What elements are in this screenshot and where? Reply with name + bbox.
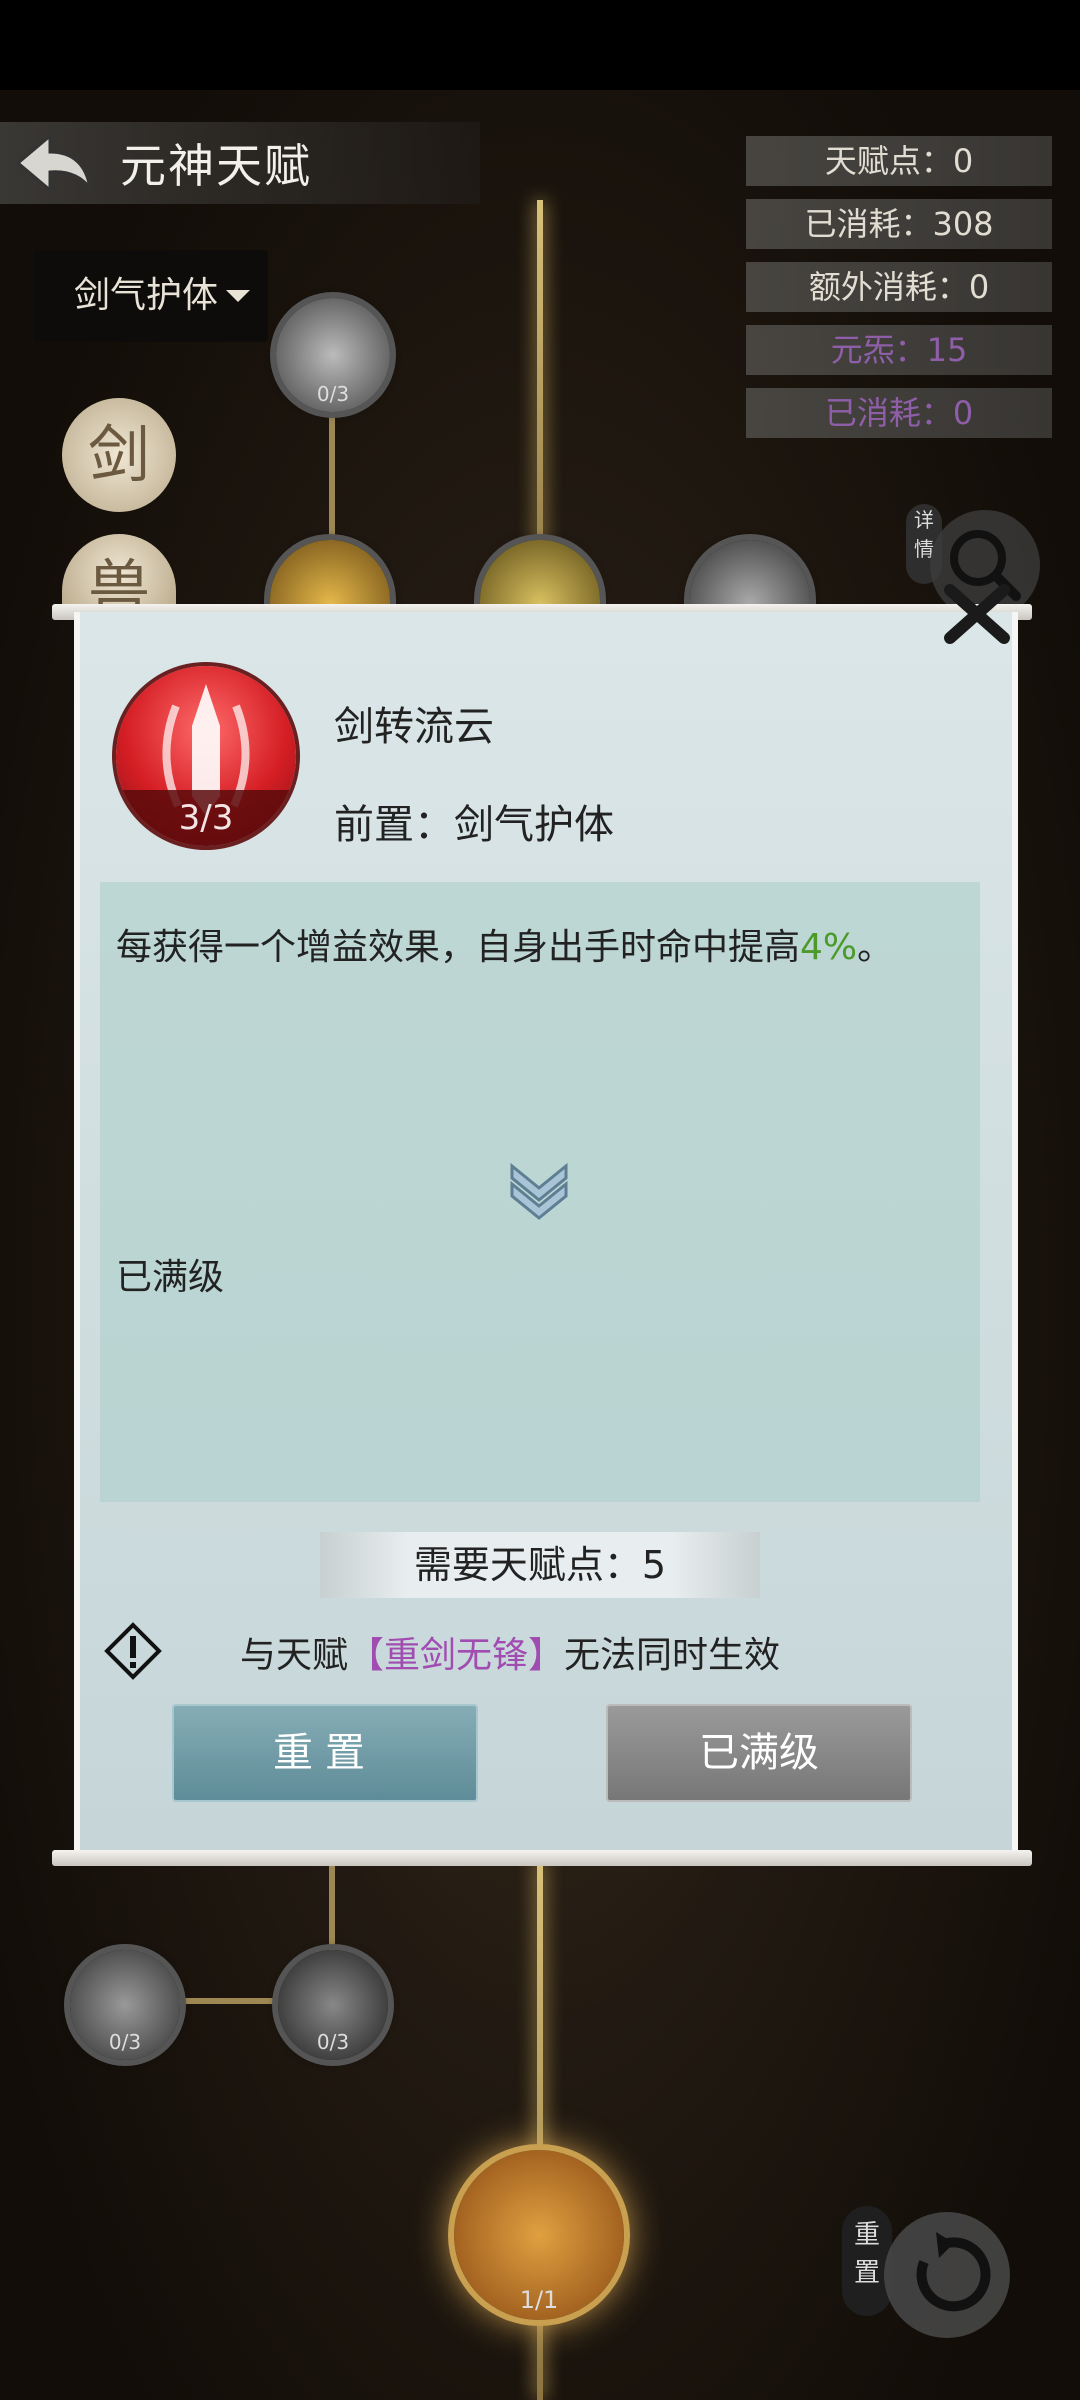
talent-node[interactable]: 0/3 [276,298,390,412]
conflict-skill-link[interactable]: 【重剑无锋】 [348,1635,564,1676]
max-level-button[interactable]: 已满级 [606,1704,912,1802]
max-level-note: 已满级 [116,1257,225,1298]
back-arrow-icon[interactable] [14,130,94,196]
skill-description: 每获得一个增益效果，自身出手时命中提高4%。 [116,927,894,968]
status-bar [0,0,1080,90]
warning-icon [104,1622,162,1680]
effect-value: 4% [800,927,858,968]
yuanqi-consumed-stat: 已消耗：0 [746,388,1052,438]
skill-level: 3/3 [116,790,296,846]
conflict-note: 与天赋【重剑无锋】无法同时生效 [240,1635,781,1676]
talent-node[interactable]: 0/3 [70,1950,180,2060]
consumed-stat: 已消耗：308 [746,199,1052,249]
close-icon[interactable] [942,582,1012,644]
skill-icon: 3/3 [116,666,296,846]
caret-down-icon [226,290,250,302]
double-chevron-down-icon [510,1162,568,1220]
reset-button[interactable]: 重置 [172,1704,478,1802]
talent-node[interactable]: 1/1 [454,2150,624,2320]
extra-consumed-stat: 额外消耗：0 [746,262,1052,312]
page-title: 元神天赋 [120,139,312,193]
prerequisite-text: 前置：剑气护体 [334,802,614,848]
skill-name: 剑转流云 [334,704,494,750]
talent-points-stat: 天赋点：0 [746,136,1052,186]
sword-medal-icon[interactable]: 剑 [62,398,176,512]
talent-set-dropdown[interactable]: 剑气护体 [34,250,268,342]
dropdown-value: 剑气护体 [74,275,219,316]
reset-icon[interactable] [884,2212,1010,2338]
talent-node[interactable]: 0/3 [278,1950,388,2060]
required-points: 需要天赋点：5 [320,1532,760,1598]
scroll-bottom-rod [52,1850,1032,1866]
yuanqi-stat: 元炁：15 [746,325,1052,375]
